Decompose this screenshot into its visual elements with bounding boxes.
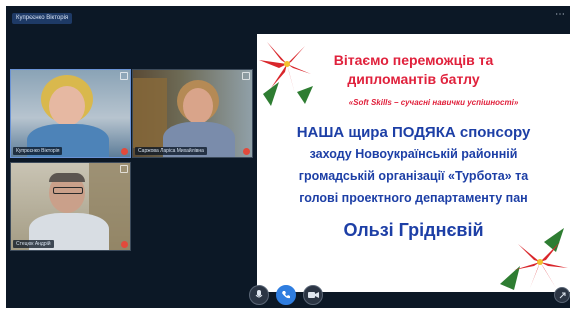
muted-mic-icon [121,148,128,155]
expand-icon[interactable] [554,287,570,303]
expand-icon[interactable] [242,72,250,80]
presenter-name-badge: Купрєєнко Вікторія [12,13,73,24]
slide-honoree-name: Ользі Гріднєвій [343,220,484,240]
muted-mic-icon [243,148,250,155]
participant-face [183,88,213,124]
microphone-icon[interactable] [249,285,269,305]
expand-icon[interactable] [120,165,128,173]
participant-name: Купрєєнко Вікторія [13,147,63,155]
expand-icon[interactable] [120,72,128,80]
camera-icon[interactable] [303,285,323,305]
call-controls [6,285,570,305]
participant-name: Саржова Ларіса Михайлівна [135,147,207,155]
participant-tile[interactable]: Купрєєнко Вікторія [10,69,131,158]
shared-slide: Вітаємо переможців та дипломантів батлу … [257,34,570,292]
participant-face [49,86,85,126]
bookshelf [133,78,167,148]
slide-title-line-2: дипломантів батлу [347,71,480,87]
slide-body-line-4: голові проектного департаменту пан [299,191,528,205]
slide-body-line-1: НАША щира ПОДЯКА спонсору [296,124,531,141]
more-icon[interactable]: ⋯ [555,10,566,20]
slide-body-line-3: громадській організації «Турбота» та [298,169,529,183]
video-call-window: Купрєєнко Вікторія ⋯ Купрєєнко Вікторія … [6,6,570,308]
slide-title-line-1: Вітаємо переможців та [333,52,494,68]
muted-mic-icon [121,241,128,248]
slide-subtitle: «Soft Skills – сучасні навички успішност… [348,98,519,107]
participant-hair [49,173,85,182]
participant-tile[interactable]: Стецюк Андрій [10,162,131,251]
glasses [53,187,83,194]
participant-tile[interactable]: Саржова Ларіса Михайлівна [132,69,253,158]
phone-icon[interactable] [276,285,296,305]
slide-body-line-2: заходу Новоукраїнській районній [309,147,518,161]
participant-name: Стецюк Андрій [13,240,54,248]
